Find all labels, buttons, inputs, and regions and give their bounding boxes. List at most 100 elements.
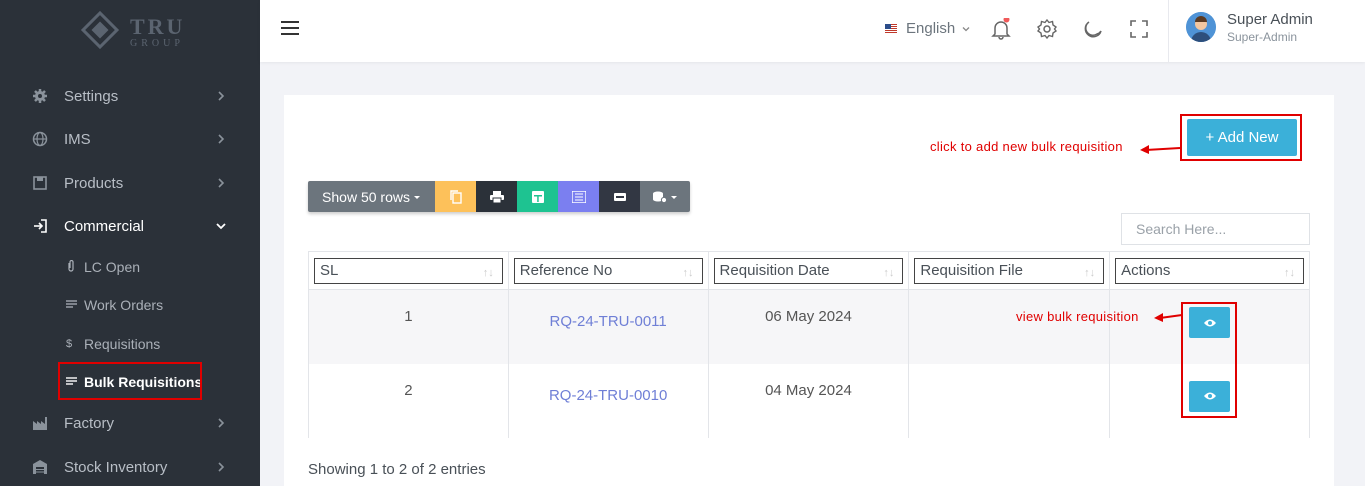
cell-ref: RQ-24-TRU-0010 (507, 363, 709, 438)
warehouse-icon (32, 459, 48, 475)
sidebar: TRU GROUP Settings IMS Products Commerci… (0, 0, 260, 486)
highlight-box (58, 362, 202, 400)
annotation-view: view bulk requisition (1016, 309, 1139, 324)
cell-file (908, 289, 1111, 364)
table-header-row: SL ↑↓ Reference No ↑↓ Requisition Date ↑↓ R… (308, 251, 1310, 290)
copy-button[interactable] (435, 181, 476, 212)
sort-icon: ↑↓ (1084, 266, 1096, 279)
language-label: English (906, 20, 956, 37)
sidebar-item-ims[interactable]: IMS (0, 119, 260, 159)
copy-icon (449, 189, 462, 204)
print-button[interactable] (476, 181, 517, 212)
avatar[interactable] (1186, 12, 1216, 42)
chevron-right-icon (218, 91, 225, 101)
excel-button[interactable] (517, 181, 558, 212)
cell-ref: RQ-24-TRU-0011 (507, 289, 709, 364)
sidebar-item-products[interactable]: Products (0, 163, 260, 203)
sort-icon: ↑↓ (883, 266, 895, 279)
fullscreen-icon[interactable] (1128, 18, 1150, 40)
caret-down-icon (413, 195, 420, 199)
sort-icon: ↑↓ (1284, 266, 1295, 279)
table-toolbar: Show 50 rows (308, 181, 690, 212)
column-header-sl[interactable]: SL ↑↓ (308, 251, 509, 290)
chevron-right-icon (218, 418, 225, 428)
cell-sl: 2 (308, 363, 509, 438)
chevron-down-icon (962, 26, 970, 31)
logo-text: TRU (130, 14, 186, 39)
word-file-icon (571, 190, 586, 203)
database-icon (652, 191, 667, 203)
settings-gear-icon[interactable] (1036, 18, 1058, 40)
sidebar-item-label: IMS (64, 130, 91, 148)
column-header-requisition-file[interactable]: Requisition File ↑↓ (908, 251, 1111, 290)
highlight-box (1181, 302, 1237, 418)
factory-icon (32, 415, 48, 431)
sidebar-item-label: Commercial (64, 217, 145, 235)
dollar-icon: $ (66, 338, 73, 350)
columns-dropdown[interactable] (640, 181, 690, 212)
print-icon (489, 190, 504, 203)
chevron-right-icon (218, 462, 225, 472)
login-icon (32, 218, 48, 234)
sort-icon: ↑↓ (682, 266, 694, 279)
column-header-reference-no[interactable]: Reference No ↑↓ (507, 251, 709, 290)
sidebar-item-label: Products (64, 174, 124, 192)
paperclip-icon (66, 259, 80, 275)
highlight-box (1180, 114, 1302, 161)
box-icon (32, 175, 48, 191)
chevron-down-icon (216, 223, 226, 230)
pdf-button[interactable] (599, 181, 640, 212)
us-flag-icon (885, 24, 897, 33)
sidebar-subitem-lc-open[interactable]: LC Open (66, 252, 140, 282)
annotation-add: click to add new bulk requisition (930, 139, 1123, 154)
table-row: 2 RQ-24-TRU-0010 04 May 2024 (308, 363, 1310, 438)
reference-link[interactable]: RQ-24-TRU-0011 (550, 308, 667, 330)
header-divider (1168, 0, 1169, 62)
globe-icon (32, 131, 48, 147)
notification-bell-icon[interactable] (990, 16, 1012, 40)
column-label: Requisition Date (719, 262, 830, 279)
chevron-right-icon (218, 134, 225, 144)
user-name[interactable]: Super Admin (1227, 11, 1313, 28)
show-rows-dropdown[interactable]: Show 50 rows (308, 181, 435, 212)
logo-icon (80, 10, 120, 50)
top-header: English Super Admin Super-Admin (260, 0, 1365, 62)
pdf-file-icon (613, 192, 626, 201)
language-selector[interactable]: English (885, 20, 971, 37)
chevron-right-icon (218, 178, 225, 188)
reference-link[interactable]: RQ-24-TRU-0010 (549, 382, 667, 404)
show-rows-label: Show 50 rows (322, 188, 410, 205)
search-input[interactable] (1121, 213, 1310, 245)
column-header-actions[interactable]: Actions ↑↓ (1109, 251, 1310, 290)
gear-icon (32, 88, 48, 104)
column-header-requisition-date[interactable]: Requisition Date ↑↓ (707, 251, 910, 290)
arrow-left-icon (1140, 145, 1181, 154)
column-label: Actions (1121, 262, 1171, 279)
word-button[interactable] (558, 181, 599, 212)
column-label: Reference No (519, 262, 613, 279)
logo-subtext: GROUP (130, 38, 184, 49)
cell-file (908, 363, 1111, 438)
sidebar-item-commercial[interactable]: Commercial (0, 206, 260, 246)
cell-sl: 1 (308, 289, 509, 364)
user-role: Super-Admin (1227, 30, 1298, 44)
cell-date: 06 May 2024 (707, 289, 910, 364)
dark-mode-moon-icon[interactable] (1082, 18, 1104, 40)
sidebar-item-stock-inventory[interactable]: Stock Inventory (0, 447, 260, 486)
sidebar-item-label: Settings (64, 87, 119, 105)
menu-toggle-icon[interactable] (281, 21, 299, 35)
sidebar-item-settings[interactable]: Settings (0, 76, 260, 116)
requisitions-table: SL ↑↓ Reference No ↑↓ Requisition Date ↑↓ R… (308, 251, 1310, 438)
sidebar-item-label: Factory (64, 414, 115, 432)
sidebar-subitem-label: Requisitions (84, 336, 161, 352)
sidebar-subitem-requisitions[interactable]: $ Requisitions (66, 329, 160, 359)
sidebar-subitem-label: LC Open (84, 259, 141, 275)
column-label: SL (320, 262, 339, 279)
sidebar-subitem-work-orders[interactable]: Work Orders (66, 290, 163, 320)
sidebar-item-label: Stock Inventory (64, 458, 168, 476)
company-logo[interactable]: TRU GROUP (80, 8, 190, 52)
spreadsheet-icon (531, 190, 544, 203)
cell-date: 04 May 2024 (707, 363, 910, 438)
sidebar-item-factory[interactable]: Factory (0, 403, 260, 443)
table-row: 1 RQ-24-TRU-0011 06 May 2024 (308, 289, 1310, 364)
